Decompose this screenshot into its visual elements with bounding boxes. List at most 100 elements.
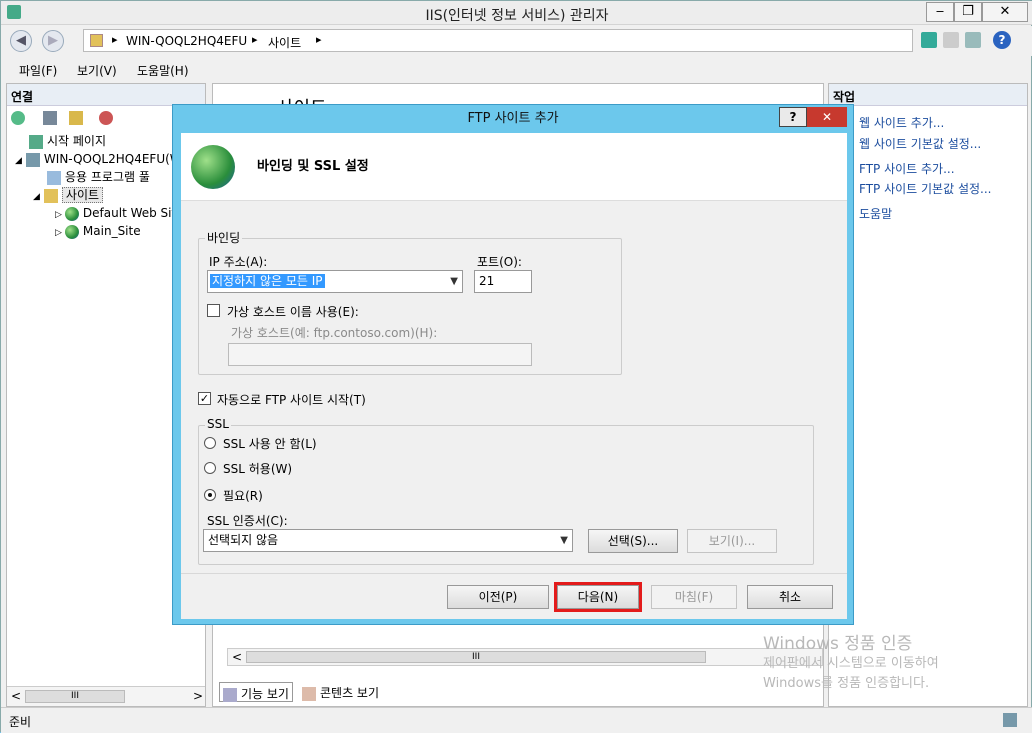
scroll-left-icon[interactable]: < xyxy=(232,650,242,664)
status-bar: 준비 xyxy=(1,707,1032,733)
help-icon[interactable]: ? xyxy=(993,31,1011,49)
dialog-close-button[interactable]: ✕ xyxy=(807,107,847,127)
menu-view[interactable]: 보기(V) xyxy=(77,62,117,79)
collapse-icon[interactable]: ◢ xyxy=(15,156,22,166)
title-bar: IIS(인터넷 정보 서비스) 관리자 ‒ ❐ ✕ xyxy=(1,1,1032,25)
action-add-ftp-site[interactable]: FTP 사이트 추가... xyxy=(859,160,955,177)
breadcrumb-sites[interactable]: 사이트 xyxy=(268,34,301,51)
tab-label: 콘텐츠 보기 xyxy=(320,686,380,700)
ssl-disable-label: SSL 사용 안 함(L) xyxy=(223,437,317,451)
ssl-cert-label: SSL 인증서(C): xyxy=(207,514,288,528)
ssl-disable-radio[interactable] xyxy=(204,437,216,449)
globe-icon xyxy=(64,206,79,221)
virtual-host-input[interactable] xyxy=(228,343,532,366)
tree-item-start-page[interactable]: 시작 페이지 xyxy=(29,132,106,150)
tab-features-view[interactable]: 기능 보기 xyxy=(219,682,293,702)
crumb-separator-icon: ▸ xyxy=(252,33,258,46)
tree-item-default-web-site[interactable]: ▷ Default Web Sit xyxy=(55,204,176,222)
menu-help[interactable]: 도움말(H) xyxy=(137,62,189,79)
ip-address-label: IP 주소(A): xyxy=(209,255,268,269)
next-button[interactable]: 다음(N) xyxy=(554,582,642,612)
refresh-icon[interactable] xyxy=(921,32,937,48)
close-button[interactable]: ✕ xyxy=(982,2,1028,22)
up-folder-icon[interactable] xyxy=(69,111,83,125)
save-icon[interactable] xyxy=(43,111,57,125)
ssl-require-label: 필요(R) xyxy=(223,489,263,503)
left-hscrollbar[interactable]: < III > xyxy=(7,686,205,706)
tree-item-main-site[interactable]: ▷ Main_Site xyxy=(55,222,141,240)
globe-icon xyxy=(191,145,235,189)
expand-icon[interactable]: ▷ xyxy=(55,228,62,238)
tab-content-view[interactable]: 콘텐츠 보기 xyxy=(299,682,382,702)
content-view-icon xyxy=(302,686,316,701)
tree-item-sites[interactable]: ◢ 사이트 xyxy=(33,186,104,204)
scroll-left-icon[interactable]: < xyxy=(11,689,21,703)
dialog-title: FTP 사이트 추가 xyxy=(467,111,559,126)
crumb-separator-icon: ▸ xyxy=(112,33,118,46)
dialog-heading: 바인딩 및 SSL 설정 xyxy=(257,159,369,174)
content-hscrollbar[interactable]: < III xyxy=(227,648,823,666)
server-icon xyxy=(25,152,40,167)
action-ftp-site-defaults[interactable]: FTP 사이트 기본값 설정... xyxy=(859,180,991,197)
chevron-down-icon: ▼ xyxy=(560,535,568,546)
connect-icon[interactable] xyxy=(11,111,25,125)
tree-item-label: 사이트 xyxy=(61,187,104,203)
virtual-host-check-label: 가상 호스트 이름 사용(E): xyxy=(227,305,359,319)
minimize-button[interactable]: ‒ xyxy=(926,2,954,22)
select-cert-button[interactable]: 선택(S)... xyxy=(588,529,678,553)
stop-icon[interactable] xyxy=(943,32,959,48)
auto-start-checkbox[interactable]: ✓ xyxy=(198,392,211,405)
dialog-header: 바인딩 및 SSL 설정 xyxy=(181,133,847,201)
binding-group-label: 바인딩 xyxy=(205,229,243,246)
ssl-allow-radio[interactable] xyxy=(204,462,216,474)
ssl-cert-select[interactable]: 선택되지 않음 ▼ xyxy=(203,529,573,552)
action-website-defaults[interactable]: 웹 사이트 기본값 설정... xyxy=(859,135,981,152)
scroll-thumb[interactable]: III xyxy=(246,651,706,663)
breadcrumb-server[interactable]: WIN-QOQL2HQ4EFU xyxy=(126,34,247,48)
back-button[interactable]: ◀ xyxy=(10,30,32,52)
address-box[interactable]: ▸ WIN-QOQL2HQ4EFU ▸ 사이트 ▸ xyxy=(83,29,913,52)
menu-file[interactable]: 파일(F) xyxy=(19,62,57,79)
tab-label: 기능 보기 xyxy=(241,687,289,701)
virtual-host-checkbox[interactable] xyxy=(207,304,220,317)
home-icon[interactable] xyxy=(965,32,981,48)
auto-start-label: 자동으로 FTP 사이트 시작(T) xyxy=(217,393,366,407)
tree-item-server[interactable]: ◢ WIN-QOQL2HQ4EFU(W xyxy=(15,150,182,168)
window-title: IIS(인터넷 정보 서비스) 관리자 xyxy=(425,8,609,24)
port-input[interactable]: 21 xyxy=(474,270,532,293)
restore-button[interactable]: ❐ xyxy=(954,2,982,22)
ssl-cert-value: 선택되지 않음 xyxy=(208,533,279,547)
expand-icon[interactable]: ▷ xyxy=(55,210,62,220)
action-add-website[interactable]: 웹 사이트 추가... xyxy=(859,114,944,131)
cancel-button[interactable]: 취소 xyxy=(747,585,833,609)
connections-header: 연결 xyxy=(7,84,205,106)
globe-icon xyxy=(64,224,79,239)
action-help[interactable]: 도움말 xyxy=(859,205,892,222)
forward-button[interactable]: ▶ xyxy=(42,30,64,52)
tree-item-app-pools[interactable]: 응용 프로그램 풀 xyxy=(47,168,150,186)
footer-divider xyxy=(181,573,847,574)
collapse-icon[interactable]: ◢ xyxy=(33,192,40,202)
activation-watermark: Windows 정품 인증 제어판에서 시스템으로 이동하여 Windows를 … xyxy=(763,634,939,694)
tree-item-label: Main_Site xyxy=(82,224,141,238)
watermark-line1: Windows 정품 인증 xyxy=(763,634,913,654)
port-label: 포트(O): xyxy=(477,255,522,269)
ip-address-select[interactable]: 지정하지 않은 모든 IP ▼ xyxy=(207,270,463,293)
view-cert-button[interactable]: 보기(I)... xyxy=(687,529,777,553)
disconnect-icon[interactable] xyxy=(99,111,113,125)
previous-button[interactable]: 이전(P) xyxy=(447,585,549,609)
ssl-require-radio[interactable] xyxy=(204,489,216,501)
finish-button[interactable]: 마침(F) xyxy=(651,585,737,609)
scroll-thumb[interactable]: III xyxy=(25,690,125,703)
scroll-right-icon[interactable]: > xyxy=(193,689,203,703)
app-pool-icon xyxy=(47,170,61,185)
chevron-down-icon: ▼ xyxy=(450,276,458,287)
add-ftp-site-dialog: FTP 사이트 추가 ? ✕ 바인딩 및 SSL 설정 바인딩 IP 주소(A)… xyxy=(172,104,854,625)
dialog-help-button[interactable]: ? xyxy=(779,107,807,127)
address-bar-row: ◀ ▶ ▸ WIN-QOQL2HQ4EFU ▸ 사이트 ▸ ? xyxy=(1,26,1032,56)
features-view-icon xyxy=(223,687,237,702)
server-icon xyxy=(90,34,103,47)
network-icon xyxy=(1003,713,1017,727)
status-text: 준비 xyxy=(9,715,32,729)
menu-bar: 파일(F) 보기(V) 도움말(H) xyxy=(1,59,1032,81)
